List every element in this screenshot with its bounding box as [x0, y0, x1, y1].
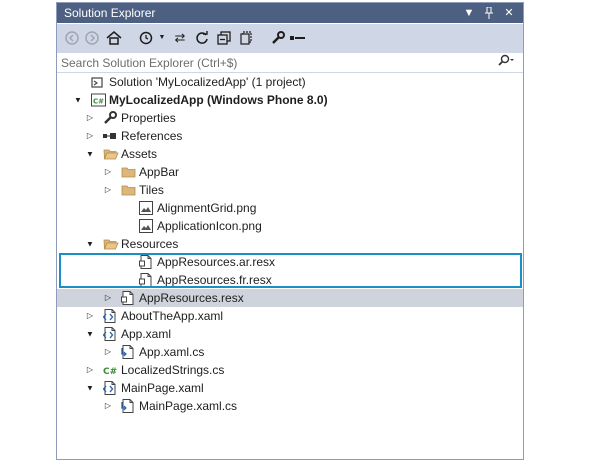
search-icon[interactable] — [497, 54, 515, 71]
expanded-arrow-icon[interactable]: ▲ — [85, 235, 95, 253]
tree-item-label: Solution 'MyLocalizedApp' (1 project) — [109, 75, 306, 89]
tree-item[interactable]: ▷ References — [57, 127, 523, 145]
tree-item-label: AboutTheApp.xaml — [121, 309, 224, 323]
home-icon[interactable] — [105, 28, 123, 48]
collapsed-arrow-icon[interactable]: ▷ — [103, 163, 113, 181]
pin-icon[interactable] — [481, 3, 497, 23]
toolbar: ▼ ⇄ — [57, 24, 523, 52]
tree-item-label: AlignmentGrid.png — [157, 201, 257, 215]
tree-item-label: App.xaml.cs — [139, 345, 205, 359]
tree-item[interactable]: ▷ Properties — [57, 109, 523, 127]
tree-item-label: Assets — [121, 147, 158, 161]
properties-wrench-icon[interactable] — [269, 28, 287, 48]
collapsed-arrow-icon[interactable]: ▷ — [85, 361, 95, 379]
tree-item[interactable]: ▷ MainPage.xaml.cs — [57, 397, 523, 415]
search-box[interactable] — [57, 52, 523, 73]
tree-item[interactable]: ▷ App.xaml.cs — [57, 343, 523, 361]
close-icon[interactable]: ✕ — [501, 3, 517, 23]
collapsed-arrow-icon[interactable]: ▷ — [85, 127, 95, 145]
show-all-files-icon[interactable] — [237, 28, 255, 48]
tree-item[interactable]: ▲ C# MyLocalizedApp (Windows Phone 8.0) — [57, 91, 523, 109]
refresh-icon[interactable] — [193, 28, 211, 48]
csharp-project-icon: C# — [91, 93, 106, 107]
tree-item[interactable]: ▲ App.xaml — [57, 325, 523, 343]
tree-item-label: Tiles — [139, 183, 164, 197]
references-icon — [103, 129, 117, 143]
image-icon — [139, 219, 153, 233]
collapsed-arrow-icon[interactable]: ▷ — [103, 181, 113, 199]
folder-open-icon — [103, 147, 119, 161]
folder-icon — [121, 183, 136, 197]
folder-icon — [121, 165, 136, 179]
svg-text:C#: C# — [93, 98, 104, 106]
sync-icon[interactable]: ⇄ — [171, 28, 189, 48]
window-title: Solution Explorer — [64, 6, 156, 20]
collapsed-arrow-icon[interactable]: ▷ — [85, 109, 95, 127]
expanded-arrow-icon[interactable]: ▲ — [85, 325, 95, 343]
title-bar: Solution Explorer ▼ ✕ — [57, 3, 523, 23]
collapsed-arrow-icon[interactable]: ▷ — [103, 289, 113, 307]
tree-item-label: Resources — [121, 237, 179, 251]
tree-item[interactable]: ▷ C# LocalizedStrings.cs — [57, 361, 523, 379]
cs-file-icon — [121, 399, 135, 413]
solution-icon — [91, 75, 105, 89]
tree-item-label: MainPage.xaml — [121, 381, 204, 395]
collapse-all-icon[interactable] — [215, 28, 233, 48]
tree-item-label: References — [121, 129, 183, 143]
resx-file-icon — [121, 291, 135, 305]
csharp-icon: C# — [103, 363, 117, 377]
svg-text:C#: C# — [103, 367, 117, 377]
tree-item[interactable]: ▷ AppBar — [57, 163, 523, 181]
folder-open-icon — [103, 237, 119, 251]
tree-item-label: ApplicationIcon.png — [157, 219, 262, 233]
tree-item-label: AppBar — [139, 165, 180, 179]
wrench-icon — [103, 111, 117, 125]
tree-item[interactable]: ApplicationIcon.png — [57, 217, 523, 235]
chevron-down-icon[interactable]: ▼ — [153, 28, 171, 48]
solution-tree: Solution 'MyLocalizedApp' (1 project) ▲ C#… — [57, 73, 523, 415]
tree-item-label: Properties — [121, 111, 176, 125]
expanded-arrow-icon[interactable]: ▲ — [73, 91, 83, 109]
xaml-file-icon — [102, 327, 117, 341]
tree-item[interactable]: ▷ AboutTheApp.xaml — [57, 307, 523, 325]
tree-item[interactable]: ▲ Assets — [57, 145, 523, 163]
tree-item-label: LocalizedStrings.cs — [121, 363, 225, 377]
tree-item[interactable]: ▷ Tiles — [57, 181, 523, 199]
tree-item[interactable]: ▲ Resources — [57, 235, 523, 253]
collapsed-arrow-icon[interactable]: ▷ — [103, 397, 113, 415]
tree-item[interactable]: AlignmentGrid.png — [57, 199, 523, 217]
tree-item-label: App.xaml — [121, 327, 172, 341]
tree-item-label: MyLocalizedApp (Windows Phone 8.0) — [109, 93, 328, 107]
highlight-box — [59, 253, 522, 288]
cs-file-icon — [121, 345, 135, 359]
dropdown-icon[interactable]: ▼ — [461, 3, 477, 23]
search-input[interactable] — [61, 54, 481, 71]
tree-item[interactable]: ▷ AppResources.resx — [57, 289, 523, 307]
back-icon[interactable] — [63, 28, 81, 48]
tree-item[interactable]: Solution 'MyLocalizedApp' (1 project) — [57, 73, 523, 91]
image-icon — [139, 201, 153, 215]
expanded-arrow-icon[interactable]: ▲ — [85, 145, 95, 163]
forward-icon[interactable] — [83, 28, 101, 48]
collapsed-arrow-icon[interactable]: ▷ — [103, 343, 113, 361]
tree-item-label: MainPage.xaml.cs — [139, 399, 238, 413]
xaml-file-icon — [102, 309, 117, 323]
collapsed-arrow-icon[interactable]: ▷ — [85, 307, 95, 325]
expanded-arrow-icon[interactable]: ▲ — [85, 379, 95, 397]
tree-item-label: AppResources.resx — [139, 291, 244, 305]
tree-item[interactable]: ▲ MainPage.xaml — [57, 379, 523, 397]
xaml-file-icon — [102, 381, 117, 395]
preview-icon[interactable] — [289, 28, 307, 48]
solution-explorer-panel: Solution Explorer ▼ ✕ ▼ ⇄ Search Solutio… — [56, 2, 524, 460]
